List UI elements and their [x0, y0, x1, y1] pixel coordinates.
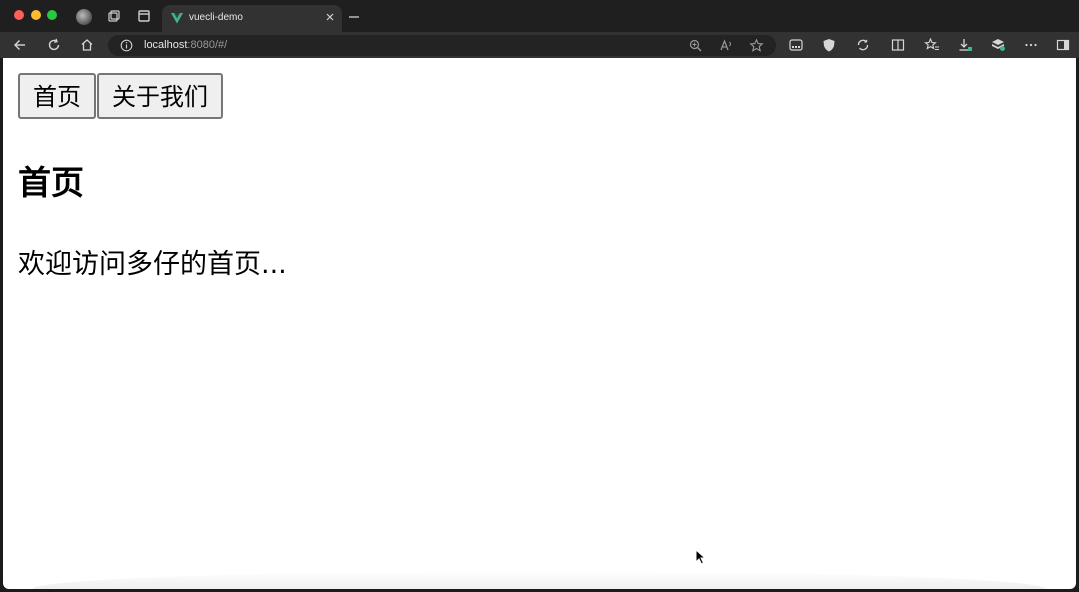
page-nav: 首页 关于我们 — [18, 73, 224, 119]
page-title: 首页 — [18, 163, 84, 202]
site-info-icon[interactable] — [120, 39, 133, 52]
extension-icon[interactable] — [788, 37, 804, 53]
vue-favicon-icon — [171, 13, 183, 24]
welcome-text: 欢迎访问多仔的首页... — [18, 249, 287, 280]
page-content: 首页 关于我们 首页 欢迎访问多仔的首页... — [3, 58, 1076, 589]
maximize-window-button[interactable] — [47, 10, 57, 20]
downloads-icon[interactable] — [957, 37, 973, 53]
tab-vuecli-demo[interactable]: vuecli-demo — [162, 5, 342, 32]
home-button[interactable]: 首页 — [18, 73, 96, 119]
shield-icon[interactable] — [821, 37, 837, 53]
more-icon[interactable] — [1023, 37, 1039, 53]
about-us-button[interactable]: 关于我们 — [97, 73, 223, 119]
new-tab-icon[interactable] — [347, 10, 361, 24]
address-bar[interactable]: localhost:8080/#/ — [108, 35, 776, 56]
url-text[interactable]: localhost:8080/#/ — [144, 39, 227, 51]
zoom-icon[interactable] — [688, 38, 703, 53]
tab-actions-icon[interactable] — [136, 8, 152, 24]
title-bar: vuecli-demo — [0, 0, 1079, 32]
extensions-icon[interactable] — [990, 37, 1006, 53]
close-window-button[interactable] — [14, 10, 24, 20]
split-screen-icon[interactable] — [890, 37, 906, 53]
mouse-cursor-icon — [695, 549, 707, 565]
sidebar-icon[interactable] — [1055, 37, 1071, 53]
back-icon[interactable] — [12, 37, 28, 53]
workspaces-icon[interactable] — [106, 8, 122, 24]
minimize-window-button[interactable] — [31, 10, 41, 20]
favorites-icon[interactable] — [924, 37, 940, 53]
close-icon[interactable] — [324, 11, 336, 23]
favorite-star-icon[interactable] — [749, 38, 764, 53]
browser-toolbar: localhost:8080/#/ — [0, 32, 1079, 58]
refresh-icon[interactable] — [46, 37, 62, 53]
url-host: localhost — [144, 39, 188, 51]
sync-icon[interactable] — [855, 37, 871, 53]
bottom-shadow — [33, 571, 1046, 589]
tab-title: vuecli-demo — [189, 12, 243, 23]
url-path: :8080/#/ — [187, 39, 228, 51]
home-icon[interactable] — [79, 37, 95, 53]
profile-icon[interactable] — [76, 9, 92, 25]
read-aloud-icon[interactable] — [719, 38, 734, 53]
